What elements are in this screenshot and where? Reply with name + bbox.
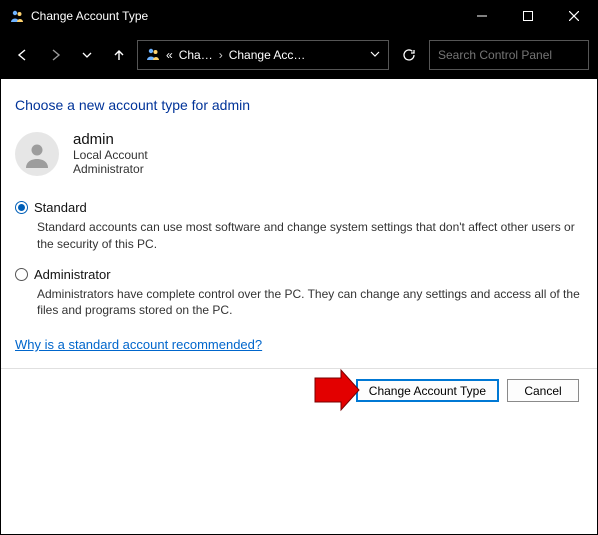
breadcrumb-item[interactable]: Cha… [179, 48, 213, 62]
button-row: Change Account Type Cancel [15, 379, 583, 402]
search-input[interactable] [438, 48, 593, 62]
chevron-right-icon: › [219, 48, 223, 62]
page-title: Choose a new account type for admin [15, 97, 583, 113]
chevron-down-icon[interactable] [370, 48, 380, 62]
user-account-type: Local Account [73, 148, 148, 162]
recent-locations-button[interactable] [73, 41, 101, 69]
option-label: Administrator [34, 267, 111, 282]
user-accounts-icon [146, 47, 160, 64]
option-administrator[interactable]: Administrator Administrators have comple… [15, 267, 583, 320]
maximize-button[interactable] [505, 1, 551, 31]
content-area: Choose a new account type for admin admi… [1, 79, 597, 414]
refresh-button[interactable] [393, 40, 425, 70]
help-link[interactable]: Why is a standard account recommended? [15, 337, 262, 352]
close-button[interactable] [551, 1, 597, 31]
window-title: Change Account Type [31, 9, 459, 23]
up-button[interactable] [105, 41, 133, 69]
breadcrumb-prefix: « [166, 48, 173, 62]
user-name: admin [73, 131, 148, 148]
radio-administrator[interactable] [15, 268, 28, 281]
option-description: Standard accounts can use most software … [37, 219, 583, 253]
option-label: Standard [34, 200, 87, 215]
radio-standard[interactable] [15, 201, 28, 214]
user-tile: admin Local Account Administrator [15, 131, 583, 176]
option-standard[interactable]: Standard Standard accounts can use most … [15, 200, 583, 253]
change-account-type-button[interactable]: Change Account Type [356, 379, 499, 402]
avatar [15, 132, 59, 176]
forward-button[interactable] [41, 41, 69, 69]
back-button[interactable] [9, 41, 37, 69]
search-box[interactable] [429, 40, 589, 70]
address-bar[interactable]: « Cha… › Change Acc… [137, 40, 389, 70]
cancel-button[interactable]: Cancel [507, 379, 579, 402]
titlebar: Change Account Type [1, 1, 597, 31]
user-role: Administrator [73, 162, 148, 176]
minimize-button[interactable] [459, 1, 505, 31]
user-accounts-icon [9, 8, 25, 24]
option-description: Administrators have complete control ove… [37, 286, 583, 320]
divider [1, 368, 597, 369]
callout-arrow-icon [311, 368, 361, 412]
breadcrumb-item[interactable]: Change Acc… [229, 48, 306, 62]
navbar: « Cha… › Change Acc… [1, 31, 597, 79]
